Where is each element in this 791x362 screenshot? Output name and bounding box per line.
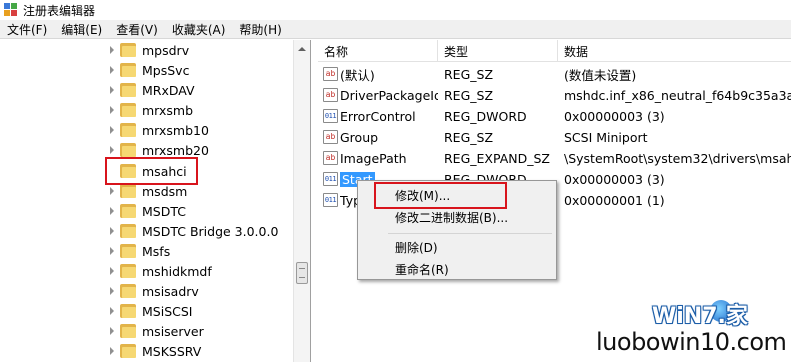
folder-icon [120, 264, 136, 278]
expand-arrow-icon[interactable] [108, 120, 116, 140]
tree-item-label: Msfs [142, 243, 171, 259]
string-value-icon: ab [323, 151, 338, 165]
tree-item-label: MpsSvc [142, 62, 190, 78]
folder-icon [120, 204, 136, 218]
value-type: REG_DWORD [444, 109, 527, 124]
value-data: 0x00000003 (3) [564, 109, 665, 124]
value-name: Group [340, 130, 379, 145]
tree-item-label: MRxDAV [142, 82, 195, 98]
menu-edit[interactable]: 编辑(E) [54, 21, 109, 38]
tree-item-label: msisadrv [142, 283, 199, 299]
value-row[interactable]: ab (默认) REG_SZ (数值未设置) [318, 64, 791, 85]
menu-favorites[interactable]: 收藏夹(A) [165, 21, 233, 38]
value-data: \SystemRoot\system32\drivers\msahci. [564, 151, 791, 166]
scroll-up-arrow-icon[interactable] [294, 40, 310, 57]
registry-key-tree[interactable]: mpsdrv MpsSvc MRxDAV mrxsmb mrxsmb10 mrx… [0, 40, 311, 362]
folder-icon [120, 284, 136, 298]
tree-item-label: MSiSCSI [142, 303, 193, 319]
expand-arrow-icon[interactable] [108, 201, 116, 221]
menu-item-rename[interactable]: 重命名(R) [358, 258, 556, 280]
menu-separator [388, 233, 552, 234]
column-header-data[interactable]: 数据 [558, 40, 791, 62]
tree-item-label: mpsdrv [142, 42, 190, 58]
string-value-icon: ab [323, 130, 338, 144]
value-data: 0x00000003 (3) [564, 172, 665, 187]
expand-arrow-icon[interactable] [108, 301, 116, 321]
tree-item-label: mrxsmb20 [142, 142, 209, 158]
tree-item-label: mrxsmb [142, 102, 194, 118]
folder-icon [120, 83, 136, 97]
folder-icon [120, 244, 136, 258]
string-value-icon: ab [323, 88, 338, 102]
value-row[interactable]: ab ImagePath REG_EXPAND_SZ \SystemRoot\s… [318, 148, 791, 169]
menu-bar: 文件(F) 编辑(E) 查看(V) 收藏夹(A) 帮助(H) [0, 20, 791, 39]
registry-editor-icon [4, 3, 18, 17]
watermark-url: luobowin10.com [596, 328, 787, 356]
tree-item-label: MSKSSRV [142, 343, 202, 359]
folder-icon [120, 184, 136, 198]
value-row[interactable]: ab DriverPackageId REG_SZ mshdc.inf_x86_… [318, 85, 791, 106]
expand-arrow-icon[interactable] [108, 241, 116, 261]
expand-arrow-icon[interactable] [108, 100, 116, 120]
folder-icon [120, 63, 136, 77]
expand-arrow-icon[interactable] [108, 221, 116, 241]
dword-value-icon: 011 [323, 172, 338, 186]
value-data: SCSI Miniport [564, 130, 648, 145]
folder-icon [120, 344, 136, 358]
expand-arrow-icon[interactable] [108, 261, 116, 281]
folder-icon [120, 43, 136, 57]
menu-file[interactable]: 文件(F) [0, 21, 54, 38]
value-type: REG_SZ [444, 88, 494, 103]
scrollbar-thumb[interactable] [296, 262, 308, 284]
value-row[interactable]: 011 ErrorControl REG_DWORD 0x00000003 (3… [318, 106, 791, 127]
window-title: 注册表编辑器 [23, 3, 96, 18]
menu-help[interactable]: 帮助(H) [232, 21, 288, 38]
folder-icon [120, 103, 136, 117]
expand-arrow-icon[interactable] [108, 281, 116, 301]
value-data: mshdc.inf_x86_neutral_f64b9c35a3a5be [564, 88, 791, 103]
value-type: REG_SZ [444, 67, 494, 82]
value-name: ImagePath [340, 151, 407, 166]
value-data: 0x00000001 (1) [564, 193, 665, 208]
value-name: DriverPackageId [340, 88, 438, 103]
menu-view[interactable]: 查看(V) [109, 21, 165, 38]
tree-scrollbar[interactable] [293, 40, 310, 362]
value-name: (默认) [340, 68, 375, 83]
value-data: (数值未设置) [564, 68, 637, 83]
expand-arrow-icon[interactable] [108, 40, 116, 60]
folder-icon [120, 143, 136, 157]
tree-item-label: MSDTC [142, 203, 186, 219]
watermark: WiN7.家 luobowin10.com [590, 298, 791, 362]
expand-arrow-icon[interactable] [108, 341, 116, 361]
value-row[interactable]: ab Group REG_SZ SCSI Miniport [318, 127, 791, 148]
title-bar: 注册表编辑器 [0, 0, 791, 20]
expand-arrow-icon[interactable] [108, 321, 116, 341]
string-value-icon: ab [323, 67, 338, 81]
column-header-name[interactable]: 名称 [318, 40, 438, 62]
folder-icon [120, 304, 136, 318]
dword-value-icon: 011 [323, 193, 338, 207]
tree-item-label: msiserver [142, 323, 204, 339]
expand-arrow-icon[interactable] [108, 60, 116, 80]
tree-item-label: MSDTC Bridge 3.0.0.0 [142, 223, 279, 239]
menu-item-modify-binary[interactable]: 修改二进制数据(B)... [358, 206, 556, 228]
value-type: REG_EXPAND_SZ [444, 151, 550, 166]
menu-item-delete[interactable]: 删除(D) [358, 236, 556, 258]
tree-item-label: mshidkmdf [142, 263, 212, 279]
folder-icon [120, 224, 136, 238]
folder-icon [120, 123, 136, 137]
tree-item-label: mrxsmb10 [142, 122, 209, 138]
value-name: ErrorControl [340, 109, 416, 124]
expand-arrow-icon[interactable] [108, 80, 116, 100]
column-header-type[interactable]: 类型 [438, 40, 558, 62]
value-type: REG_SZ [444, 130, 494, 145]
tree-item-label: msdsm [142, 183, 188, 199]
modify-highlight-box [374, 182, 507, 209]
dword-value-icon: 011 [323, 109, 338, 123]
list-header: 名称 类型 数据 [318, 40, 791, 62]
msahci-highlight-box [105, 157, 198, 185]
folder-icon [120, 324, 136, 338]
watermark-logo: WiN7.家 [652, 304, 748, 329]
